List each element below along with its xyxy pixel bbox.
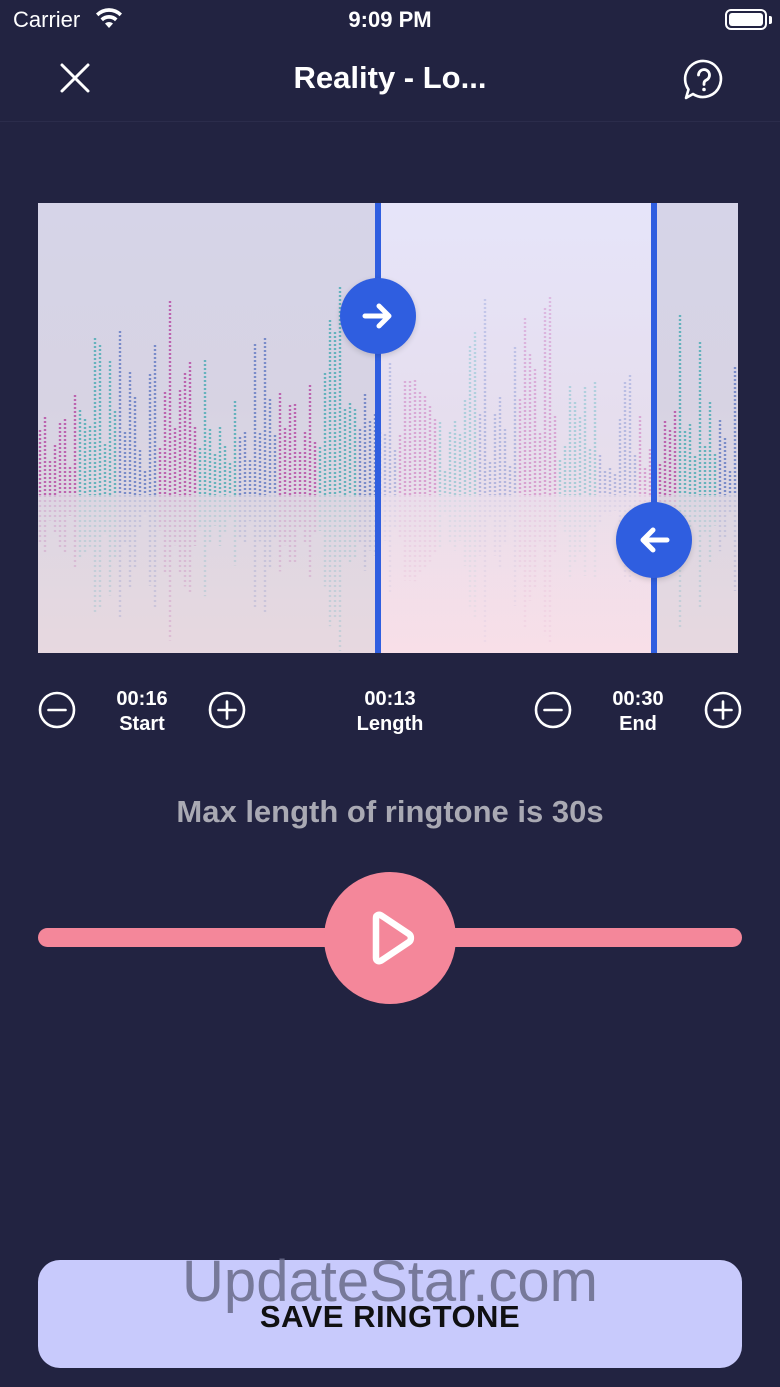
end-time: 00:30 End: [578, 688, 698, 738]
start-handle-line[interactable]: [375, 203, 382, 653]
start-increase-button[interactable]: [208, 691, 246, 729]
status-bar: Carrier 9:09 PM: [0, 0, 780, 40]
battery-tip: [769, 16, 772, 24]
length-time: 00:13 Length: [330, 688, 450, 738]
start-time-label: Start: [119, 713, 165, 735]
end-time-value: 00:30: [612, 688, 664, 710]
start-time: 00:16 Start: [82, 688, 202, 738]
start-decrease-button[interactable]: [38, 691, 76, 729]
status-time: 9:09 PM: [348, 7, 432, 32]
play-button[interactable]: [324, 872, 456, 1004]
help-button[interactable]: [680, 56, 728, 104]
nav-bar: Reality - Lo...: [0, 40, 780, 122]
max-length-note: Max length of ringtone is 30s: [176, 794, 604, 829]
arrow-left-icon: [640, 527, 670, 553]
selected-region: [378, 203, 654, 653]
waveform-editor[interactable]: [38, 203, 738, 653]
plus-circle-icon: [704, 691, 742, 729]
page-title: Reality - Lo...: [293, 60, 487, 95]
end-handle-line[interactable]: [651, 203, 657, 653]
minus-circle-icon: [38, 691, 76, 729]
save-ringtone-label: SAVE RINGTONE: [259, 1299, 521, 1334]
play-icon: [372, 911, 415, 965]
battery-icon: [725, 9, 767, 30]
end-time-label: End: [619, 713, 657, 735]
end-handle[interactable]: [616, 502, 692, 578]
end-increase-button[interactable]: [704, 691, 742, 729]
minus-circle-icon: [534, 691, 572, 729]
length-time-label: Length: [356, 713, 424, 735]
arrow-right-icon: [362, 303, 392, 329]
start-handle[interactable]: [340, 278, 417, 354]
length-time-value: 00:13: [364, 688, 416, 710]
start-time-value: 00:16: [116, 688, 168, 710]
save-ringtone-button[interactable]: SAVE RINGTONE: [38, 1260, 742, 1368]
plus-circle-icon: [208, 691, 246, 729]
end-decrease-button[interactable]: [534, 691, 572, 729]
help-bubble-icon: [683, 59, 723, 100]
